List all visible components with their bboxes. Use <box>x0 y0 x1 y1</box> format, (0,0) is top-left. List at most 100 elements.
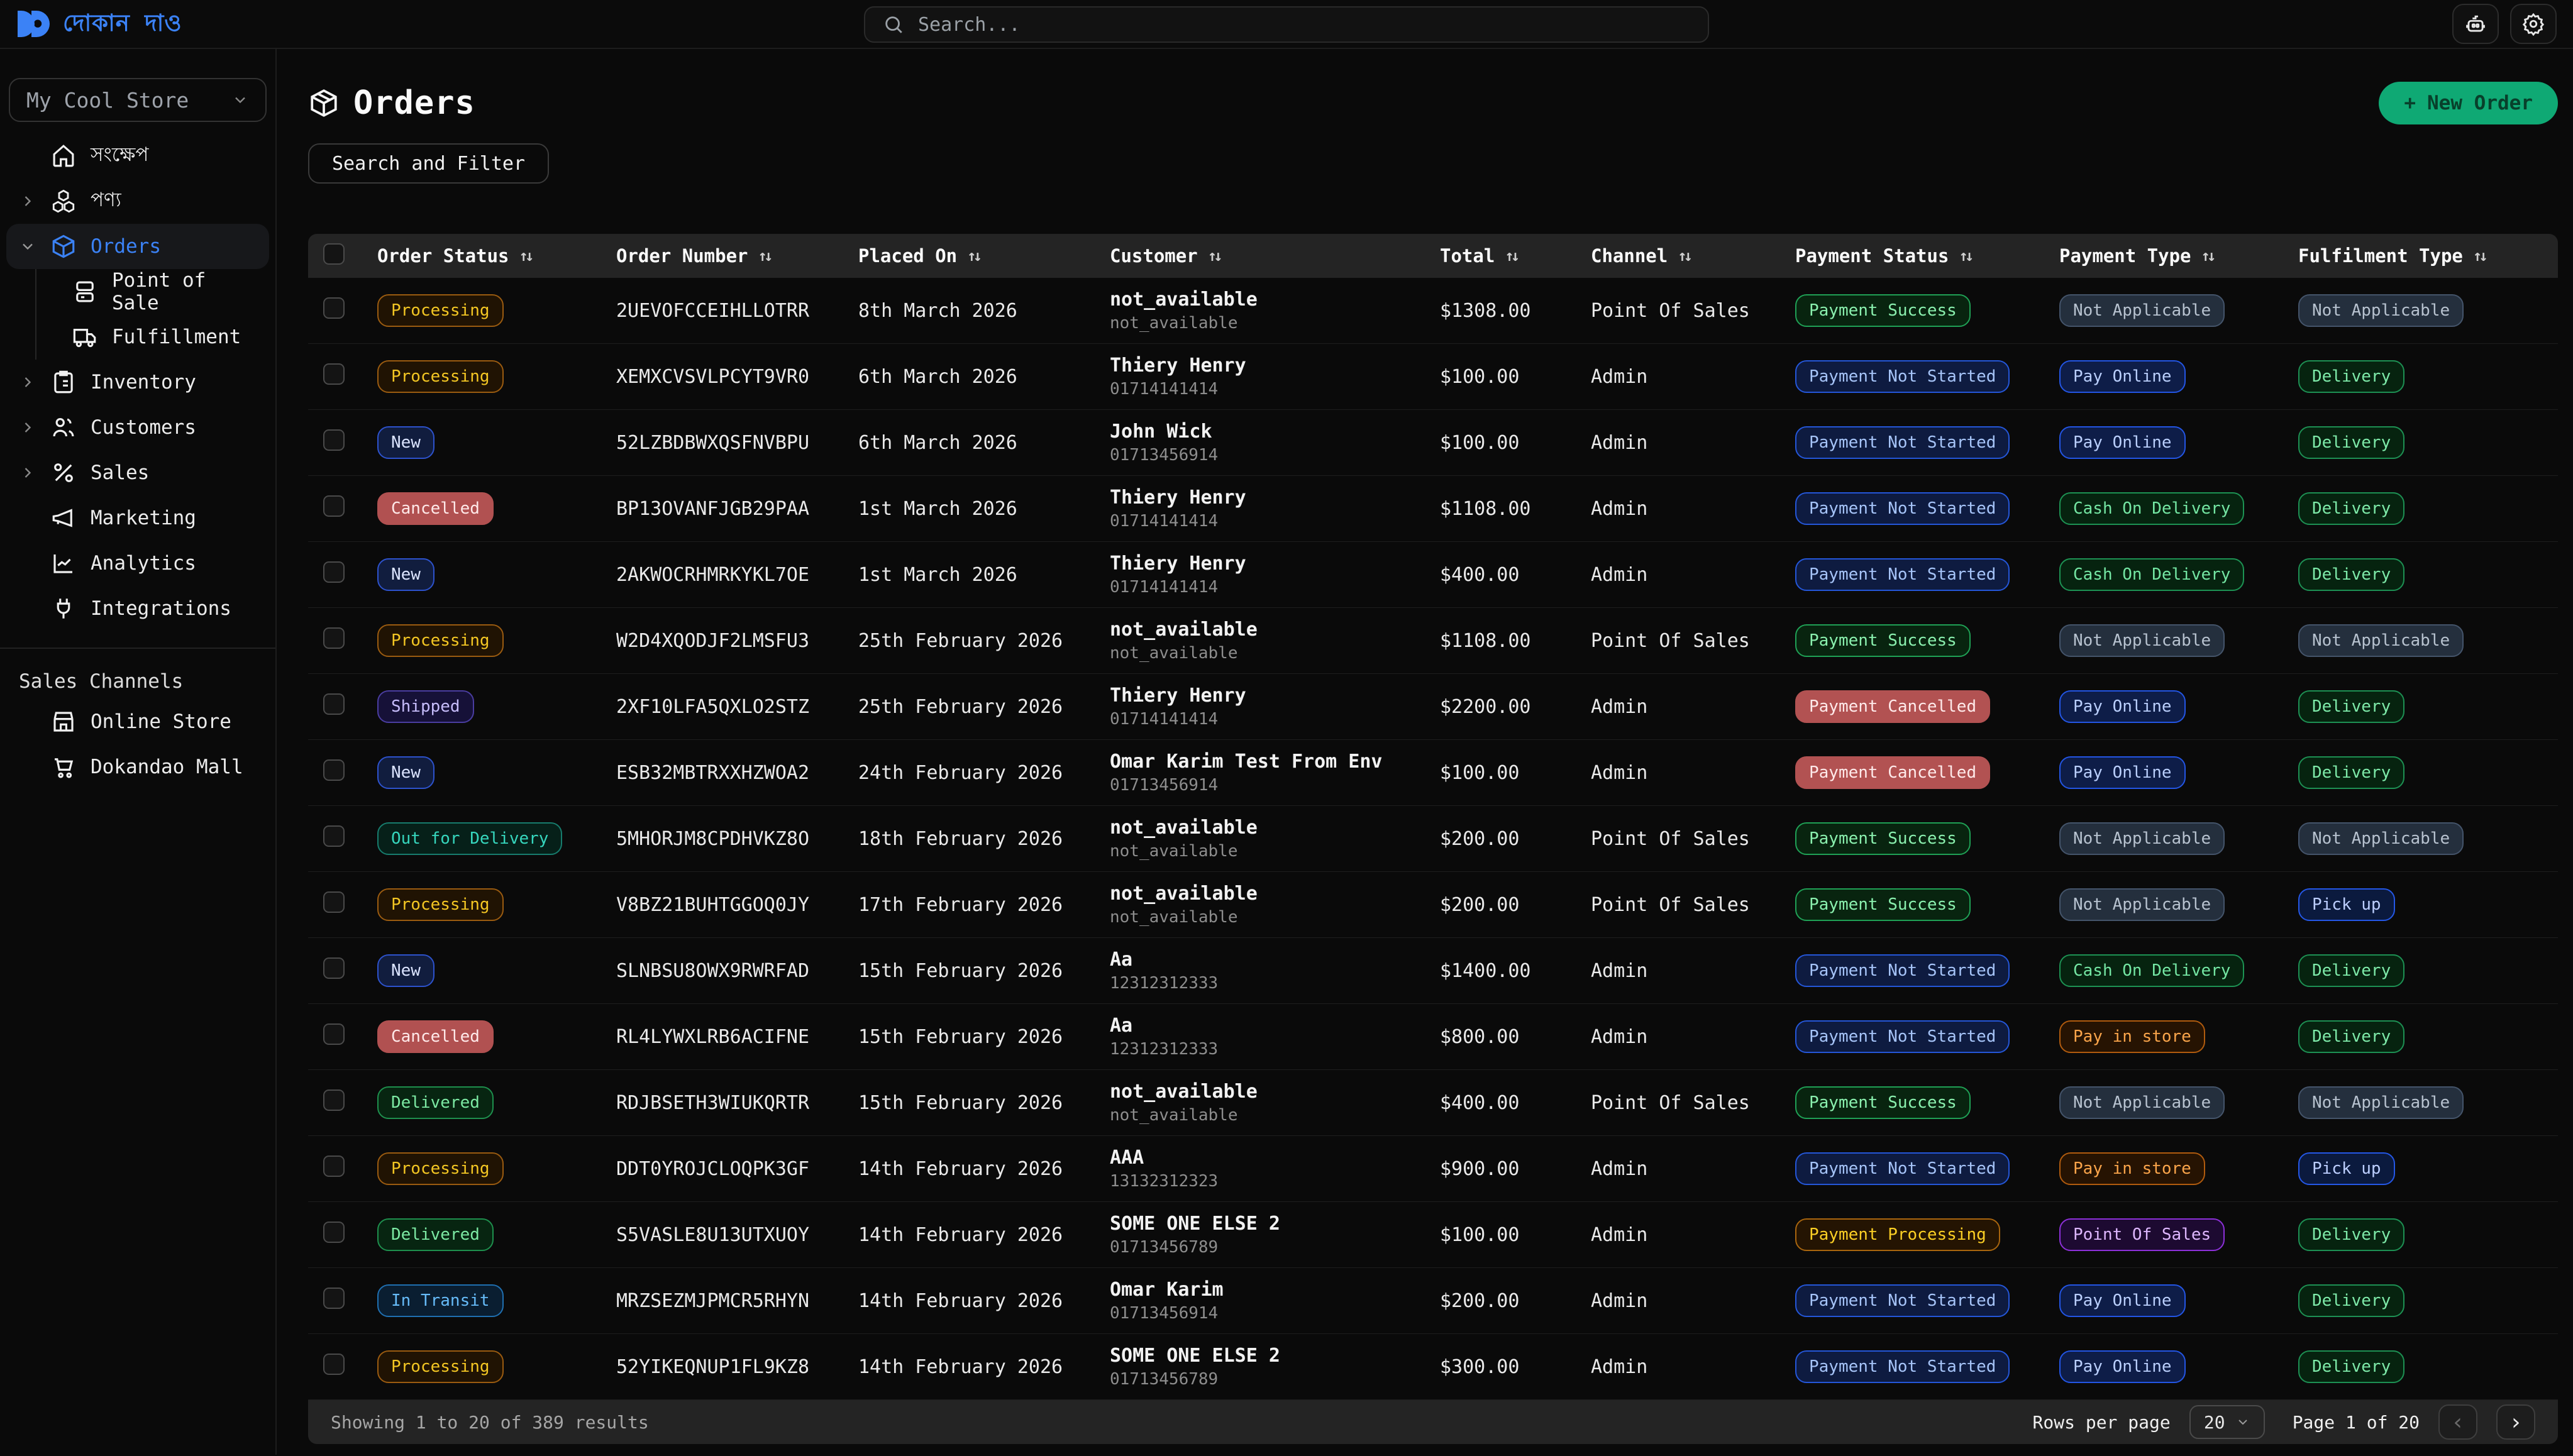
store-selector[interactable]: My Cool Store <box>9 78 267 122</box>
order-number: RL4LYWXLRB6ACIFNE <box>616 1026 858 1048</box>
order-channel: Admin <box>1591 1290 1795 1312</box>
new-order-button[interactable]: + New Order <box>2379 82 2558 124</box>
page-title: Orders <box>353 84 475 122</box>
row-checkbox[interactable] <box>323 1155 345 1177</box>
sidebar-item-integrations[interactable]: Integrations <box>0 586 275 631</box>
order-total: $100.00 <box>1440 366 1591 388</box>
col-placed-on[interactable]: Placed On↑↓ <box>858 245 1110 267</box>
row-checkbox[interactable] <box>323 957 345 979</box>
row-checkbox[interactable] <box>323 429 345 451</box>
table-row[interactable]: Processing W2D4XQODJF2LMSFU3 25th Februa… <box>308 608 2558 674</box>
next-page-button[interactable]: › <box>2496 1404 2535 1440</box>
sidebar-item-marketing[interactable]: Marketing <box>0 495 275 541</box>
table-row[interactable]: Cancelled RL4LYWXLRB6ACIFNE 15th Februar… <box>308 1004 2558 1070</box>
row-checkbox[interactable] <box>323 825 345 847</box>
chevron-right-icon <box>19 192 36 210</box>
truck-icon <box>72 324 98 350</box>
sales-channels-heading: Sales Channels <box>0 649 275 699</box>
order-total: $1400.00 <box>1440 960 1591 982</box>
search-input[interactable] <box>918 14 1690 36</box>
sidebar-item-sales[interactable]: Sales <box>0 450 275 495</box>
prev-page-button[interactable]: ‹ <box>2438 1404 2477 1440</box>
sidebar-item-customers[interactable]: Customers <box>0 405 275 450</box>
row-checkbox[interactable] <box>323 561 345 583</box>
table-row[interactable]: Processing XEMXCVSVLPCYT9VR0 6th March 2… <box>308 344 2558 410</box>
table-body: Processing 2UEVOFCCEIHLLOTRR 8th March 2… <box>308 278 2558 1400</box>
col-order-number[interactable]: Order Number↑↓ <box>616 245 858 267</box>
row-checkbox[interactable] <box>323 1222 345 1243</box>
row-checkbox[interactable] <box>323 891 345 913</box>
sidebar-item-products[interactable]: পণ্য <box>0 179 275 224</box>
table-row[interactable]: New 52LZBDBWXQSFNVBPU 6th March 2026 Joh… <box>308 410 2558 476</box>
table-row[interactable]: Delivered RDJBSETH3WIUKQRTR 15th Februar… <box>308 1070 2558 1136</box>
sidebar-item-point-of-sale[interactable]: Point of Sale <box>36 269 275 314</box>
chevron-right-icon <box>19 373 36 391</box>
sidebar-item-fulfillment[interactable]: Fulfillment <box>36 314 275 360</box>
sidebar-item-analytics[interactable]: Analytics <box>0 541 275 586</box>
row-checkbox[interactable] <box>323 693 345 715</box>
order-status-badge: Shipped <box>377 690 474 724</box>
col-customer[interactable]: Customer↑↓ <box>1110 245 1440 267</box>
select-all-checkbox[interactable] <box>323 243 345 265</box>
search-and-filter-button[interactable]: Search and Filter <box>308 143 549 184</box>
fulfilment-type-badge: Delivery <box>2298 1284 2404 1318</box>
order-total: $300.00 <box>1440 1356 1591 1378</box>
payment-status-badge: Payment Success <box>1795 888 1971 922</box>
row-checkbox[interactable] <box>323 297 345 319</box>
row-checkbox[interactable] <box>323 363 345 385</box>
search-icon <box>883 14 904 35</box>
row-checkbox[interactable] <box>323 495 345 517</box>
global-search[interactable] <box>864 6 1709 43</box>
order-total: $100.00 <box>1440 762 1591 784</box>
table-row[interactable]: Processing DDT0YROJCLOQPK3GF 14th Februa… <box>308 1136 2558 1202</box>
table-row[interactable]: Delivered S5VASLE8U13UTXUOY 14th Februar… <box>308 1202 2558 1268</box>
customer-name: not_available <box>1110 817 1440 838</box>
customer-phone: not_available <box>1110 842 1440 861</box>
col-payment-type[interactable]: Payment Type↑↓ <box>2059 245 2298 267</box>
store-icon <box>50 709 77 735</box>
row-checkbox[interactable] <box>323 1089 345 1111</box>
package-icon <box>308 87 340 119</box>
customer-name: John Wick <box>1110 421 1440 442</box>
payment-type-badge: Pay Online <box>2059 360 2186 394</box>
table-row[interactable]: Shipped 2XF10LFA5QXLO2STZ 25th February … <box>308 674 2558 740</box>
table-row[interactable]: In Transit MRZSEZMJPMCR5RHYN 14th Februa… <box>308 1268 2558 1334</box>
table-row[interactable]: New ESB32MBTRXXHZWOA2 24th February 2026… <box>308 740 2558 806</box>
payment-type-badge: Cash On Delivery <box>2059 954 2244 988</box>
placed-on-date: 6th March 2026 <box>858 366 1110 388</box>
col-fulfilment-type[interactable]: Fulfilment Type↑↓ <box>2298 245 2558 267</box>
payment-type-badge: Pay Online <box>2059 1284 2186 1318</box>
app-logo[interactable]: দোকান দাও <box>16 4 182 44</box>
sort-icon: ↑↓ <box>519 247 531 265</box>
rows-per-page-select[interactable]: 20 <box>2189 1405 2265 1439</box>
row-checkbox[interactable] <box>323 1288 345 1309</box>
sidebar-item-inventory[interactable]: Inventory <box>0 360 275 405</box>
order-total: $900.00 <box>1440 1158 1591 1180</box>
order-number: BP13OVANFJGB29PAA <box>616 498 858 520</box>
main-content: Orders + New Order Search and Filter Ord… <box>277 49 2573 1455</box>
sidebar-item-online-store[interactable]: Online Store <box>0 699 275 744</box>
table-row[interactable]: Cancelled BP13OVANFJGB29PAA 1st March 20… <box>308 476 2558 542</box>
placed-on-date: 24th February 2026 <box>858 762 1110 784</box>
sidebar-item-overview[interactable]: সংক্ষেপ <box>0 133 275 179</box>
sidebar-item-dokandao-mall[interactable]: Dokandao Mall <box>0 744 275 790</box>
col-channel[interactable]: Channel↑↓ <box>1591 245 1795 267</box>
table-row[interactable]: New SLNBSU8OWX9RWRFAD 15th February 2026… <box>308 938 2558 1004</box>
table-row[interactable]: New 2AKWOCRHMRKYKL7OE 1st March 2026 Thi… <box>308 542 2558 608</box>
row-checkbox[interactable] <box>323 1023 345 1045</box>
row-checkbox[interactable] <box>323 759 345 781</box>
table-row[interactable]: Processing V8BZ21BUHTGGOQ0JY 17th Februa… <box>308 872 2558 938</box>
table-row[interactable]: Processing 2UEVOFCCEIHLLOTRR 8th March 2… <box>308 278 2558 344</box>
assistant-button[interactable] <box>2452 4 2499 44</box>
row-checkbox[interactable] <box>323 1354 345 1375</box>
row-checkbox[interactable] <box>323 627 345 649</box>
fulfilment-type-badge: Not Applicable <box>2298 294 2464 328</box>
table-row[interactable]: Processing 52YIKEQNUP1FL9KZ8 14th Februa… <box>308 1334 2558 1400</box>
table-row[interactable]: Out for Delivery 5MHORJM8CPDHVKZ8O 18th … <box>308 806 2558 872</box>
col-order-status[interactable]: Order Status↑↓ <box>377 245 616 267</box>
settings-button[interactable] <box>2510 4 2557 44</box>
sidebar-item-orders[interactable]: Orders <box>6 224 269 269</box>
order-total: $800.00 <box>1440 1026 1591 1048</box>
col-total[interactable]: Total↑↓ <box>1440 245 1591 267</box>
col-payment-status[interactable]: Payment Status↑↓ <box>1795 245 2059 267</box>
